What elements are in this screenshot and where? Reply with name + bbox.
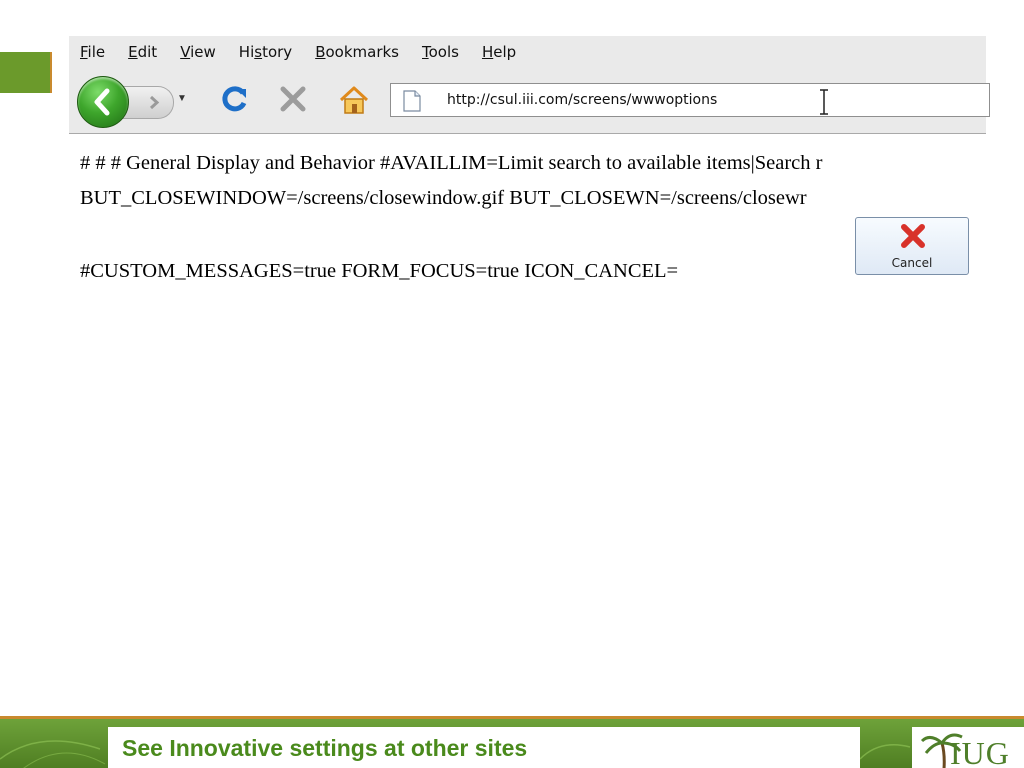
cancel-button-label: Cancel xyxy=(891,256,933,270)
navigation-toolbar: ▼ http://csul.iii.com/screens/wwwoptions xyxy=(69,69,990,133)
reload-icon[interactable] xyxy=(219,83,251,115)
url-text[interactable]: http://csul.iii.com/screens/wwwoptions xyxy=(447,92,717,108)
footer-text: See Innovative settings at other sites xyxy=(122,735,528,761)
footer-banner: See Innovative settings at other sites xyxy=(108,727,860,768)
slide-accent-bar xyxy=(0,52,52,93)
iug-logo: IUG xyxy=(912,727,1024,768)
logo-text: IUG xyxy=(950,735,1010,768)
menu-file[interactable]: File xyxy=(80,43,105,61)
slide-footer: See Innovative settings at other sites I… xyxy=(0,716,1024,768)
text-cursor-icon xyxy=(820,89,828,115)
menu-tools[interactable]: Tools xyxy=(422,43,459,61)
cancel-x-icon xyxy=(901,224,925,248)
browser-window: File Edit View History Bookmarks Tools H… xyxy=(69,36,990,134)
menu-bar: File Edit View History Bookmarks Tools H… xyxy=(69,36,986,68)
menu-history[interactable]: History xyxy=(239,43,292,61)
content-line: BUT_CLOSEWINDOW=/screens/closewindow.gif… xyxy=(80,187,807,209)
address-bar[interactable]: http://csul.iii.com/screens/wwwoptions xyxy=(390,83,990,117)
stop-icon[interactable] xyxy=(277,83,309,115)
home-icon[interactable] xyxy=(337,83,371,117)
back-arrow-icon xyxy=(94,88,110,116)
menu-view[interactable]: View xyxy=(180,43,216,61)
menu-edit[interactable]: Edit xyxy=(128,43,157,61)
content-line: #CUSTOM_MESSAGES=true FORM_FOCUS=true IC… xyxy=(80,260,679,282)
history-dropdown-button[interactable]: ▼ xyxy=(177,93,187,104)
cancel-button[interactable]: Cancel xyxy=(855,217,969,275)
menu-help[interactable]: Help xyxy=(482,43,516,61)
menu-bookmarks[interactable]: Bookmarks xyxy=(315,43,399,61)
page-icon xyxy=(403,90,421,112)
content-line: # # # General Display and Behavior #AVAI… xyxy=(80,152,823,174)
back-button[interactable] xyxy=(77,76,129,128)
